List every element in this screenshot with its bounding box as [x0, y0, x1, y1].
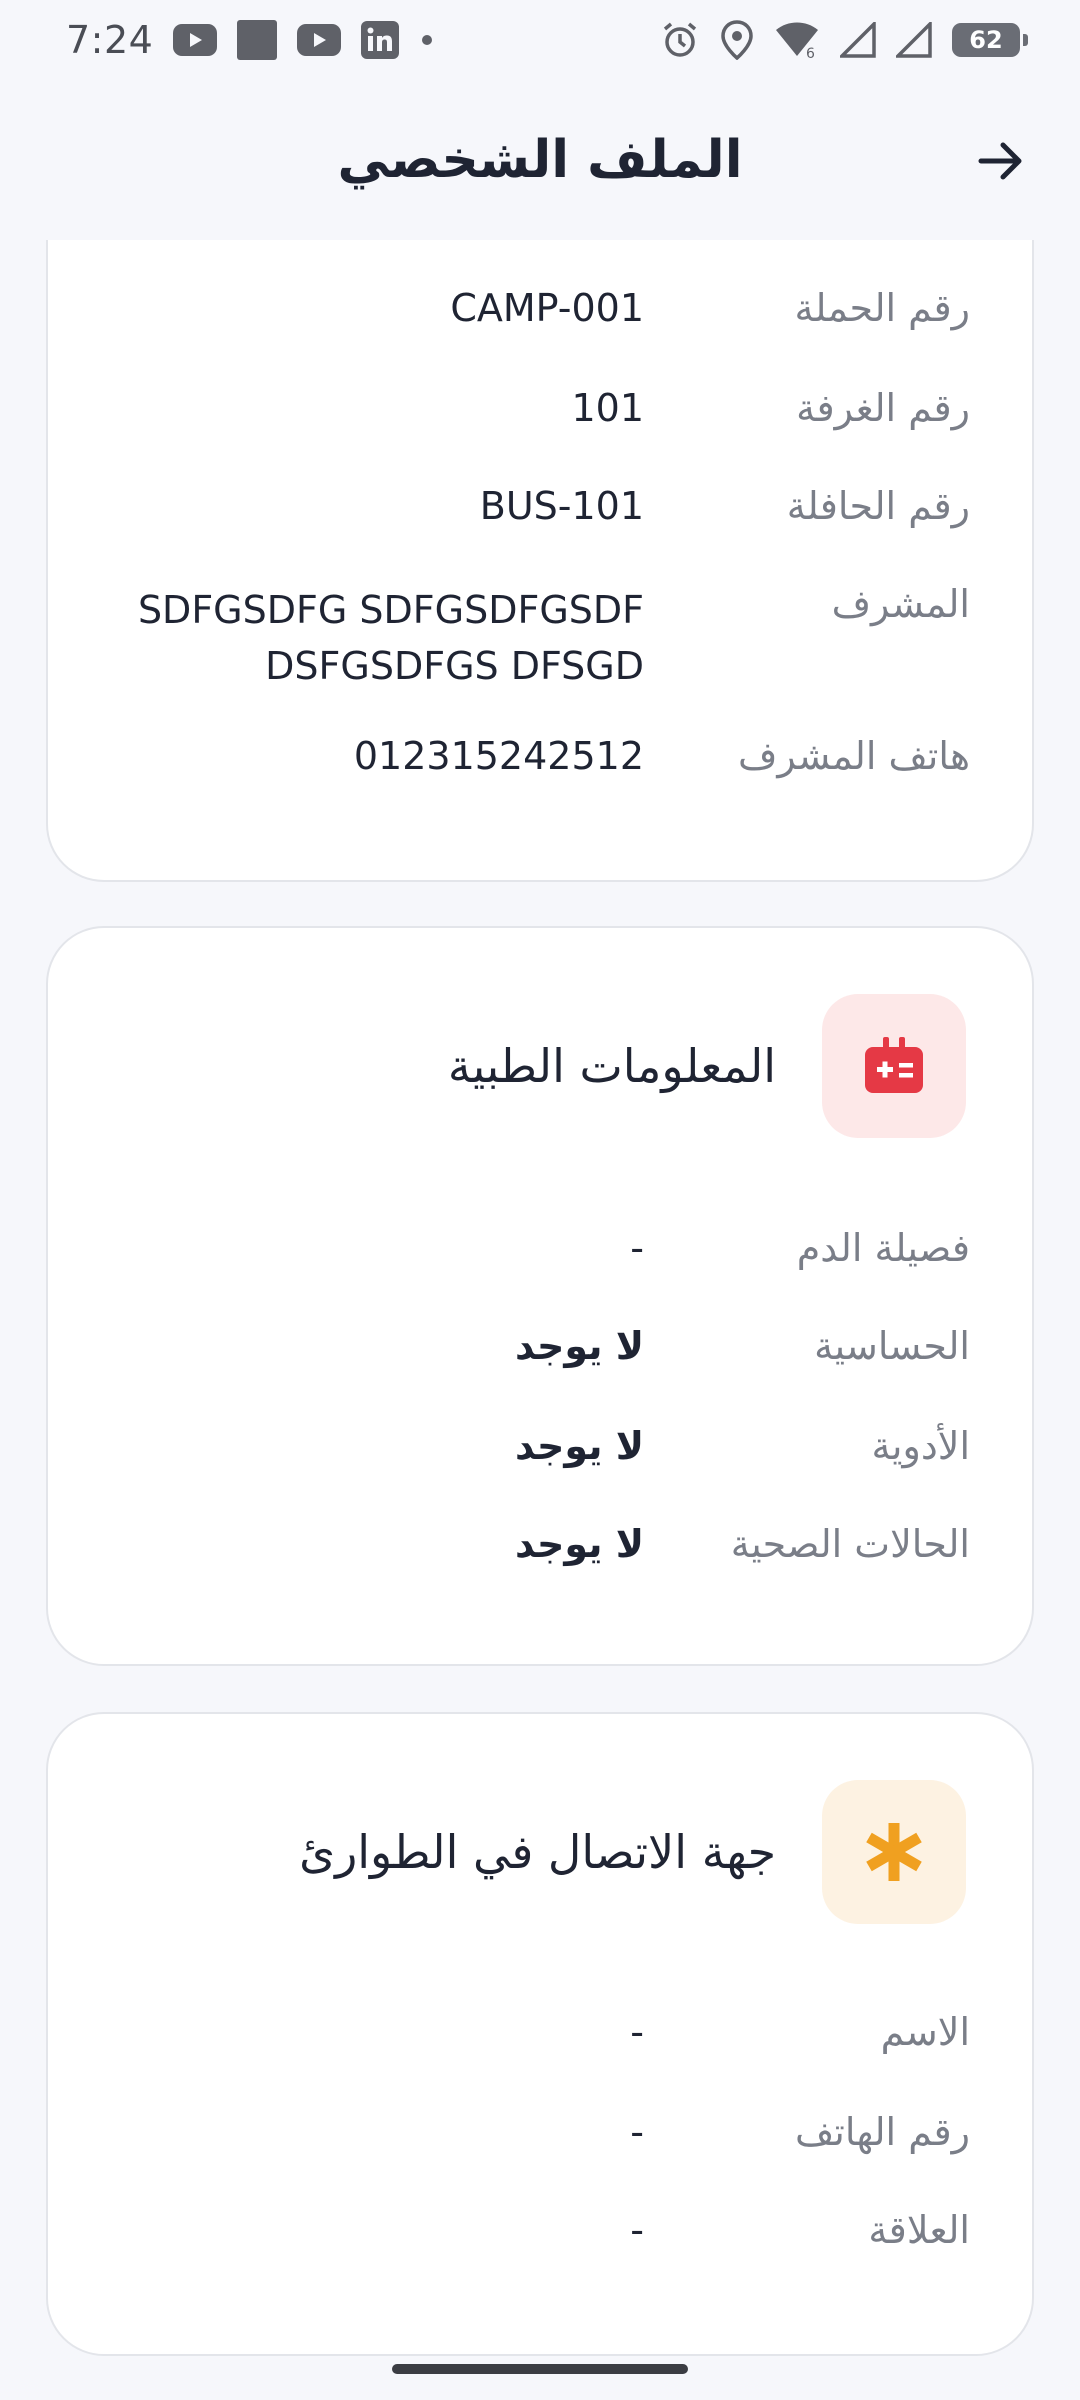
- card-header: جهة الاتصال في الطوارئ: [299, 1780, 966, 1924]
- row-label: رقم الهاتف: [794, 2110, 970, 2154]
- signal-icon: [896, 22, 932, 58]
- medical-icon-badge: [822, 994, 966, 1138]
- info-row-supervisor-phone: هاتف المشرف 012315242512: [48, 734, 1036, 794]
- info-row-supervisor: المشرف SDFGSDFG SDFGSDFGSDF DSFGSDFGS DF…: [48, 582, 1036, 702]
- row-label: رقم الغرفة: [796, 386, 970, 430]
- medical-row-allergies: الحساسية لا يوجد: [48, 1324, 1036, 1384]
- asterisk-icon: [866, 1823, 922, 1881]
- emergency-icon-badge: [822, 1780, 966, 1924]
- status-bar: 7:24 6 62: [0, 0, 1080, 80]
- row-value: 012315242512: [353, 734, 644, 778]
- row-label: الحالات الصحية: [730, 1522, 970, 1566]
- wifi-icon: 6: [774, 20, 820, 60]
- row-label: هاتف المشرف: [738, 734, 970, 778]
- medical-row-medications: الأدوية لا يوجد: [48, 1424, 1036, 1484]
- row-value: -: [630, 2208, 644, 2252]
- battery-icon: 62: [952, 23, 1028, 57]
- row-label: المشرف: [831, 582, 970, 626]
- location-icon: [720, 20, 754, 60]
- alarm-icon: [660, 20, 700, 60]
- row-value: لا يوجد: [515, 1522, 644, 1566]
- row-value: لا يوجد: [515, 1424, 644, 1468]
- signal-icon: [840, 22, 876, 58]
- card-header: المعلومات الطبية: [448, 994, 966, 1138]
- row-value: SDFGSDFG SDFGSDFGSDF DSFGSDFGS DFSGD: [137, 588, 644, 688]
- medical-row-blood-type: فصيلة الدم -: [48, 1226, 1036, 1286]
- emergency-row-phone: رقم الهاتف -: [48, 2110, 1036, 2170]
- row-label: فصيلة الدم: [796, 1226, 970, 1270]
- row-value: CAMP-001: [450, 286, 644, 330]
- emergency-row-name: الاسم -: [48, 2010, 1036, 2070]
- status-left: 7:24: [66, 18, 435, 62]
- row-value: 101: [571, 386, 644, 430]
- linkedin-icon: [361, 21, 400, 59]
- medical-row-conditions: الحالات الصحية لا يوجد: [48, 1522, 1036, 1582]
- row-label: الحساسية: [814, 1324, 970, 1368]
- youtube-icon: [173, 24, 218, 56]
- status-right: 6 62: [660, 20, 1028, 60]
- status-time: 7:24: [66, 18, 154, 62]
- battery-level: 62: [969, 26, 1003, 54]
- app-header: الملف الشخصي: [0, 80, 1080, 240]
- camp-info-card: رقم الحملة CAMP-001 رقم الغرفة 101 رقم ا…: [46, 186, 1034, 882]
- emergency-row-relation: العلاقة -: [48, 2208, 1036, 2268]
- row-label: الأدوية: [871, 1424, 970, 1468]
- row-value: -: [630, 2010, 644, 2054]
- info-row-room: رقم الغرفة 101: [48, 386, 1036, 446]
- row-label: العلاقة: [868, 2208, 970, 2252]
- row-value: -: [630, 1226, 644, 1270]
- row-value: -: [630, 2110, 644, 2154]
- row-label: رقم الحافلة: [786, 484, 970, 528]
- info-row-bus: رقم الحافلة BUS-101: [48, 484, 1036, 544]
- page-title: الملف الشخصي: [337, 130, 743, 190]
- info-row-campaign: رقم الحملة CAMP-001: [48, 286, 1036, 346]
- medical-kit-icon: [865, 1037, 923, 1093]
- profile-screen: 7:24 6 62 الملف الشخصي رقم الحملة CAMP-0…: [0, 0, 1080, 2400]
- row-value: BUS-101: [479, 484, 644, 528]
- arrow-right-icon: [978, 142, 1022, 180]
- gallery-icon: [237, 20, 278, 60]
- card-title: جهة الاتصال في الطوارئ: [299, 1825, 776, 1879]
- card-title: المعلومات الطبية: [447, 1039, 776, 1093]
- row-label: الاسم: [880, 2010, 970, 2054]
- back-button[interactable]: [966, 126, 1036, 196]
- home-indicator[interactable]: [392, 2364, 688, 2374]
- youtube-icon: [297, 24, 342, 56]
- medical-info-card: المعلومات الطبية فصيلة الدم - الحساسية ل…: [46, 926, 1034, 1666]
- svg-text:6: 6: [806, 46, 815, 60]
- dot-icon: [419, 32, 435, 48]
- row-label: رقم الحملة: [794, 286, 970, 330]
- row-value: لا يوجد: [515, 1324, 644, 1368]
- emergency-contact-card: جهة الاتصال في الطوارئ الاسم - رقم الهات…: [46, 1712, 1034, 2356]
